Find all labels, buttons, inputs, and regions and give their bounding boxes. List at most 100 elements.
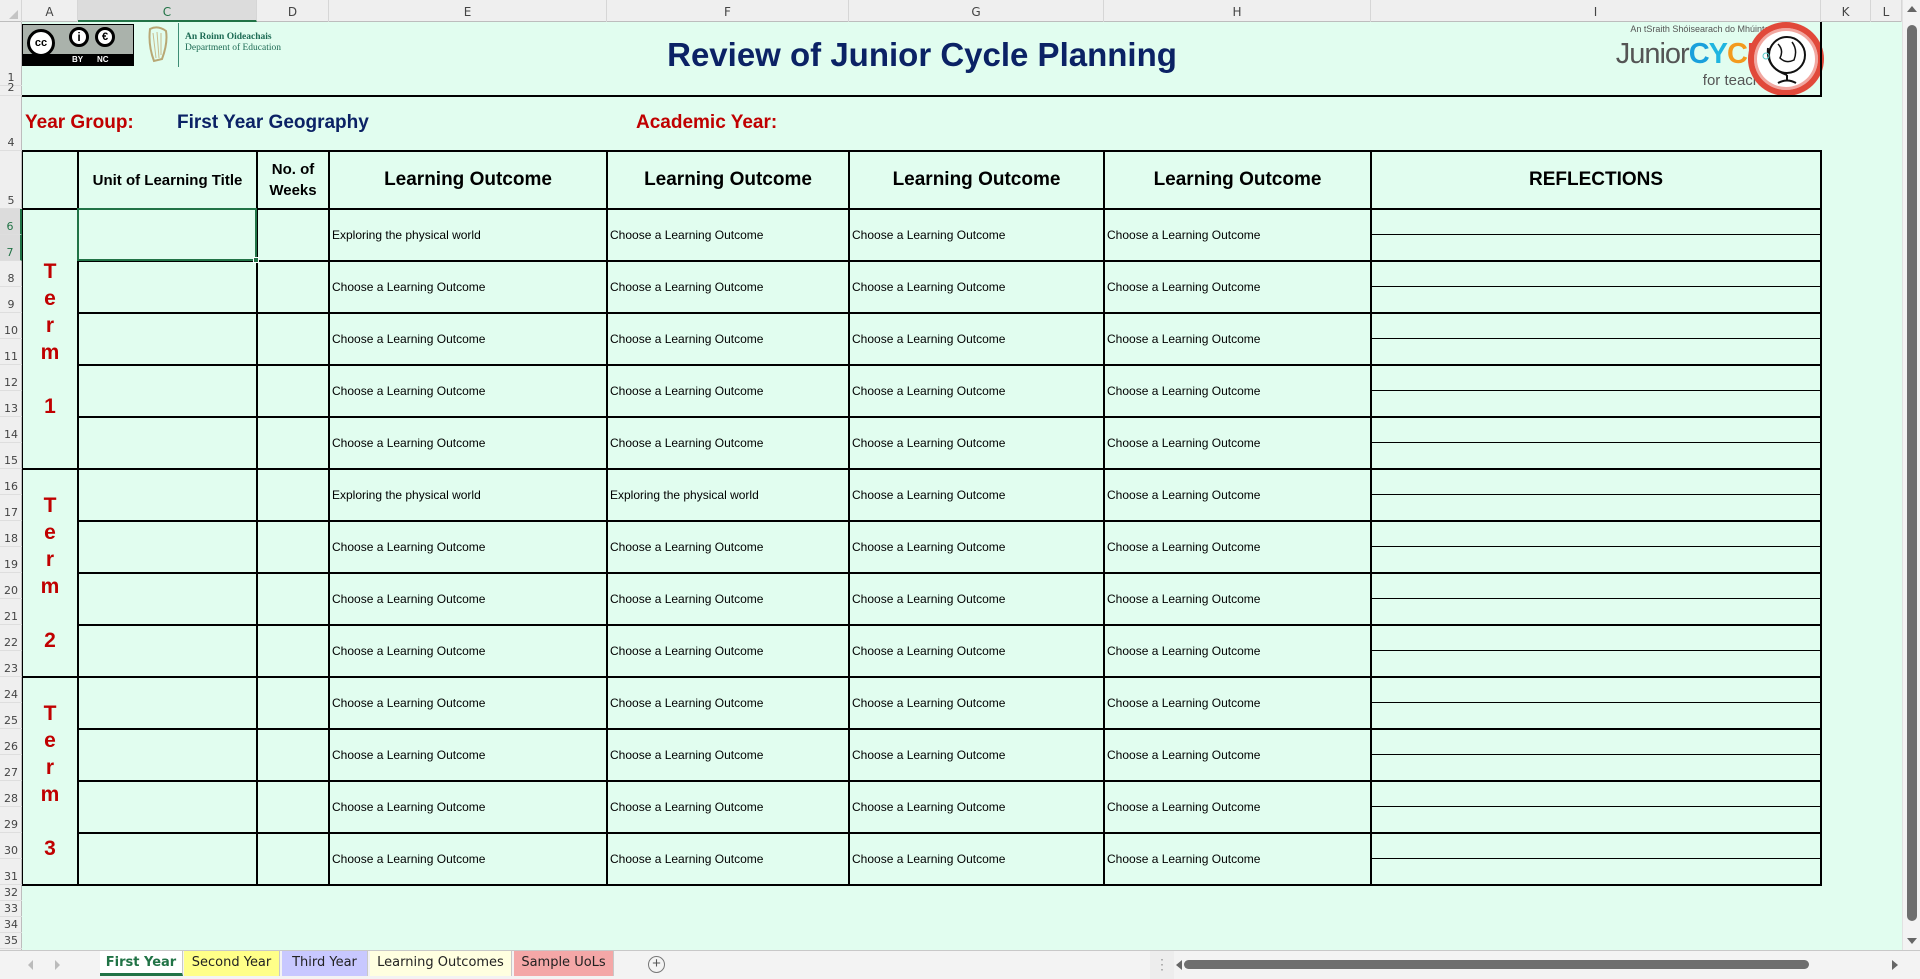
reflection-cell[interactable] — [1371, 573, 1821, 599]
sheet-grid[interactable]: cc i € BY NC An Roinn Oideachais Departm… — [22, 22, 1902, 950]
row-header-11[interactable]: 11 — [0, 339, 22, 365]
reflection-cell[interactable] — [1371, 209, 1821, 235]
next-sheet-icon[interactable] — [55, 960, 60, 970]
row-header-12[interactable]: 12 — [0, 365, 22, 391]
reflection-cell[interactable] — [1371, 443, 1821, 469]
column-header-D[interactable]: D — [257, 0, 329, 22]
row-header-26[interactable]: 26 — [0, 729, 22, 755]
unit-title-cell[interactable] — [78, 625, 257, 677]
weeks-cell[interactable] — [257, 573, 329, 625]
unit-title-cell[interactable] — [78, 469, 257, 521]
reflection-cell[interactable] — [1371, 313, 1821, 339]
learning-outcome-dropdown[interactable]: Choose a Learning Outcome — [607, 781, 849, 833]
reflection-cell[interactable] — [1371, 833, 1821, 859]
learning-outcome-dropdown[interactable]: Choose a Learning Outcome — [849, 625, 1104, 677]
unit-title-cell[interactable] — [78, 677, 257, 729]
reflection-cell[interactable] — [1371, 495, 1821, 521]
vertical-scrollbar[interactable] — [1902, 0, 1920, 950]
learning-outcome-dropdown[interactable]: Choose a Learning Outcome — [1104, 469, 1371, 521]
learning-outcome-dropdown[interactable]: Choose a Learning Outcome — [849, 417, 1104, 469]
learning-outcome-dropdown[interactable]: Choose a Learning Outcome — [849, 261, 1104, 313]
scroll-right-icon[interactable] — [1892, 960, 1898, 970]
learning-outcome-dropdown[interactable]: Exploring the physical world — [607, 469, 849, 521]
column-header-I[interactable]: I — [1371, 0, 1821, 22]
row-header-18[interactable]: 18 — [0, 521, 22, 547]
row-header-19[interactable]: 19 — [0, 547, 22, 573]
reflection-cell[interactable] — [1371, 807, 1821, 833]
learning-outcome-dropdown[interactable]: Choose a Learning Outcome — [849, 573, 1104, 625]
learning-outcome-dropdown[interactable]: Exploring the physical world — [329, 469, 607, 521]
learning-outcome-dropdown[interactable]: Choose a Learning Outcome — [849, 209, 1104, 261]
unit-title-cell[interactable] — [78, 781, 257, 833]
column-header-L[interactable]: L — [1871, 0, 1902, 22]
learning-outcome-dropdown[interactable]: Choose a Learning Outcome — [329, 313, 607, 365]
learning-outcome-dropdown[interactable]: Choose a Learning Outcome — [1104, 365, 1371, 417]
reflection-cell[interactable] — [1371, 781, 1821, 807]
weeks-cell[interactable] — [257, 729, 329, 781]
learning-outcome-dropdown[interactable]: Choose a Learning Outcome — [849, 729, 1104, 781]
weeks-cell[interactable] — [257, 833, 329, 885]
weeks-cell[interactable] — [257, 677, 329, 729]
row-header-29[interactable]: 29 — [0, 807, 22, 833]
learning-outcome-dropdown[interactable]: Choose a Learning Outcome — [1104, 573, 1371, 625]
sheet-tab-learning-outcomes[interactable]: Learning Outcomes — [370, 951, 512, 976]
learning-outcome-dropdown[interactable]: Choose a Learning Outcome — [849, 781, 1104, 833]
column-header-A[interactable]: A — [22, 0, 78, 22]
reflection-cell[interactable] — [1371, 417, 1821, 443]
reflection-cell[interactable] — [1371, 677, 1821, 703]
row-header-17[interactable]: 17 — [0, 495, 22, 521]
row-header-24[interactable]: 24 — [0, 677, 22, 703]
learning-outcome-dropdown[interactable]: Choose a Learning Outcome — [1104, 417, 1371, 469]
weeks-cell[interactable] — [257, 365, 329, 417]
learning-outcome-dropdown[interactable]: Choose a Learning Outcome — [607, 521, 849, 573]
row-header-27[interactable]: 27 — [0, 755, 22, 781]
fill-handle[interactable] — [253, 257, 259, 263]
learning-outcome-dropdown[interactable]: Choose a Learning Outcome — [607, 625, 849, 677]
unit-title-cell[interactable] — [78, 729, 257, 781]
reflection-cell[interactable] — [1371, 547, 1821, 573]
reflection-cell[interactable] — [1371, 755, 1821, 781]
row-header-25[interactable]: 25 — [0, 703, 22, 729]
row-header-9[interactable]: 9 — [0, 287, 22, 313]
horizontal-scroll-thumb[interactable] — [1184, 960, 1809, 969]
year-group-value[interactable]: First Year Geography — [177, 112, 369, 134]
learning-outcome-dropdown[interactable]: Choose a Learning Outcome — [607, 313, 849, 365]
sheet-tab-sample-uols[interactable]: Sample UoLs — [514, 951, 614, 976]
learning-outcome-dropdown[interactable]: Exploring the physical world — [329, 209, 607, 261]
learning-outcome-dropdown[interactable]: Choose a Learning Outcome — [329, 677, 607, 729]
row-header-31[interactable]: 31 — [0, 859, 22, 885]
learning-outcome-dropdown[interactable]: Choose a Learning Outcome — [849, 365, 1104, 417]
weeks-cell[interactable] — [257, 417, 329, 469]
row-header-23[interactable]: 23 — [0, 651, 22, 677]
column-header-E[interactable]: E — [329, 0, 607, 22]
learning-outcome-dropdown[interactable]: Choose a Learning Outcome — [607, 729, 849, 781]
prev-sheet-icon[interactable] — [28, 960, 33, 970]
row-header-15[interactable]: 15 — [0, 443, 22, 469]
academic-year-value[interactable] — [812, 112, 1112, 136]
weeks-cell[interactable] — [257, 209, 329, 261]
row-header-1[interactable]: 1 — [0, 22, 22, 86]
scroll-left-icon[interactable] — [1176, 960, 1182, 970]
reflection-cell[interactable] — [1371, 625, 1821, 651]
select-all-corner[interactable] — [0, 0, 22, 22]
row-header-6[interactable]: 6 — [0, 209, 22, 235]
learning-outcome-dropdown[interactable]: Choose a Learning Outcome — [1104, 781, 1371, 833]
learning-outcome-dropdown[interactable]: Choose a Learning Outcome — [849, 833, 1104, 885]
row-header-8[interactable]: 8 — [0, 261, 22, 287]
reflection-cell[interactable] — [1371, 261, 1821, 287]
learning-outcome-dropdown[interactable]: Choose a Learning Outcome — [849, 469, 1104, 521]
selected-cell-C6[interactable] — [77, 208, 259, 263]
learning-outcome-dropdown[interactable]: Choose a Learning Outcome — [1104, 209, 1371, 261]
unit-title-cell[interactable] — [78, 365, 257, 417]
sheet-tab-second-year[interactable]: Second Year — [184, 951, 280, 976]
scroll-down-icon[interactable] — [1907, 938, 1917, 944]
learning-outcome-dropdown[interactable]: Choose a Learning Outcome — [1104, 833, 1371, 885]
learning-outcome-dropdown[interactable]: Choose a Learning Outcome — [329, 417, 607, 469]
learning-outcome-dropdown[interactable]: Choose a Learning Outcome — [329, 625, 607, 677]
reflection-cell[interactable] — [1371, 235, 1821, 261]
weeks-cell[interactable] — [257, 781, 329, 833]
reflection-cell[interactable] — [1371, 469, 1821, 495]
learning-outcome-dropdown[interactable]: Choose a Learning Outcome — [329, 781, 607, 833]
learning-outcome-dropdown[interactable]: Choose a Learning Outcome — [1104, 261, 1371, 313]
learning-outcome-dropdown[interactable]: Choose a Learning Outcome — [607, 833, 849, 885]
